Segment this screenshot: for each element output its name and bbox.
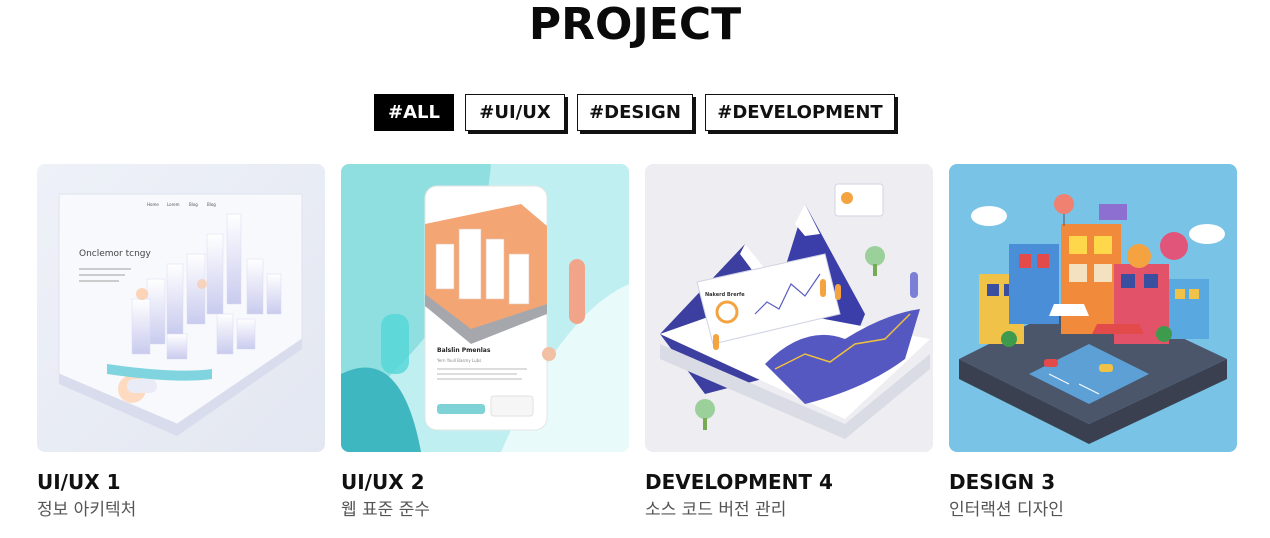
mobile-app-illustration: Balslin Pmenlas Yern Youll Basmy Lubs (341, 164, 629, 452)
project-title[interactable]: DESIGN 3 (949, 470, 1237, 494)
project-subtitle: 정보 아키텍처 (37, 500, 137, 520)
filter-bar: #ALL #UI/UX #DESIGN #DEVELOPMENT (0, 94, 1270, 134)
page-title: PROJECT (528, 0, 742, 50)
project-subtitle: 인터랙션 디자인 (949, 500, 1064, 520)
project-title[interactable]: UI/UX 2 (341, 470, 629, 494)
thumb-nav-item: Lorem (167, 202, 180, 207)
project-card-development-4[interactable]: Nakerd Brerfe DEVELOPMENT 4 소스 코드 버전 관리 (645, 164, 933, 522)
thumb-nav-item: Home (147, 202, 159, 207)
filter-all-button[interactable]: #ALL (374, 94, 454, 131)
project-thumbnail[interactable]: Nakerd Brerfe (645, 164, 933, 452)
thumb-nav-item: Blog (207, 202, 216, 207)
filter-design-button[interactable]: #DESIGN (577, 94, 693, 131)
filter-development-button[interactable]: #DEVELOPMENT (705, 94, 895, 131)
project-subtitle: 웹 표준 준수 (341, 500, 431, 520)
project-card-uiux-2[interactable]: Balslin Pmenlas Yern Youll Basmy Lubs UI… (341, 164, 629, 522)
filter-uiux-button[interactable]: #UI/UX (465, 94, 565, 131)
thumb-panel-label: Nakerd Brerfe (705, 292, 745, 298)
project-title[interactable]: UI/UX 1 (37, 470, 325, 494)
thumb-subline: Yern Youll Basmy Lubs (436, 358, 481, 363)
city-ui-illustration: Home Lorem Blog Blog Onclemor tcngy (37, 164, 325, 452)
project-thumbnail[interactable]: Balslin Pmenlas Yern Youll Basmy Lubs (341, 164, 629, 452)
project-thumbnail[interactable] (949, 164, 1237, 452)
colorful-city-illustration (949, 164, 1237, 452)
thumb-nav-item: Blog (189, 202, 198, 207)
thumb-headline: Onclemor tcngy (79, 249, 152, 259)
dashboard-terrain-illustration: Nakerd Brerfe (645, 164, 933, 452)
project-thumbnail[interactable]: Home Lorem Blog Blog Onclemor tcngy (37, 164, 325, 452)
project-card-uiux-1[interactable]: Home Lorem Blog Blog Onclemor tcngy UI/U… (37, 164, 325, 522)
thumb-headline: Balslin Pmenlas (437, 347, 491, 354)
project-title[interactable]: DEVELOPMENT 4 (645, 470, 933, 494)
project-card-design-3[interactable]: DESIGN 3 인터랙션 디자인 (949, 164, 1237, 522)
project-subtitle: 소스 코드 버전 관리 (645, 500, 787, 520)
